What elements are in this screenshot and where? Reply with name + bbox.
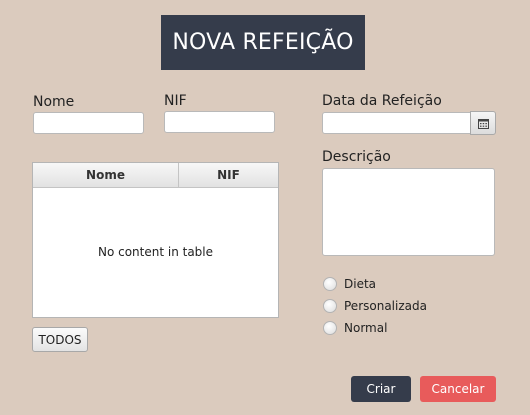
radio-dieta-label: Dieta: [344, 277, 377, 291]
clientes-table[interactable]: Nome NIF No content in table: [32, 162, 279, 318]
descricao-label: Descrição: [322, 149, 391, 165]
column-header-nome[interactable]: Nome: [33, 163, 179, 187]
radio-circle[interactable]: [323, 299, 337, 313]
radio-personalizada-label: Personalizada: [344, 299, 427, 313]
data-refeicao-label: Data da Refeição: [322, 93, 442, 109]
descricao-textarea[interactable]: [322, 168, 495, 256]
nif-label: NIF: [164, 93, 187, 109]
data-refeicao-input[interactable]: [322, 112, 471, 134]
table-header: Nome NIF: [33, 163, 278, 188]
radio-circle[interactable]: [323, 321, 337, 335]
calendar-icon: [477, 114, 489, 133]
radio-circle[interactable]: [323, 277, 337, 291]
radio-normal-label: Normal: [344, 321, 388, 335]
page-title: NOVA REFEIÇÃO: [161, 15, 365, 70]
cancelar-button[interactable]: Cancelar: [420, 376, 496, 402]
nif-input[interactable]: [164, 111, 275, 133]
nome-input[interactable]: [33, 112, 144, 134]
date-picker-button[interactable]: [470, 111, 496, 135]
todos-button[interactable]: TODOS: [32, 327, 88, 352]
column-header-nif[interactable]: NIF: [179, 163, 278, 187]
radio-normal[interactable]: Normal: [323, 319, 387, 337]
radio-dieta[interactable]: Dieta: [323, 275, 376, 293]
table-empty-message: No content in table: [97, 245, 214, 259]
criar-button[interactable]: Criar: [351, 376, 411, 402]
radio-personalizada[interactable]: Personalizada: [323, 297, 427, 315]
nome-label: Nome: [33, 94, 75, 110]
